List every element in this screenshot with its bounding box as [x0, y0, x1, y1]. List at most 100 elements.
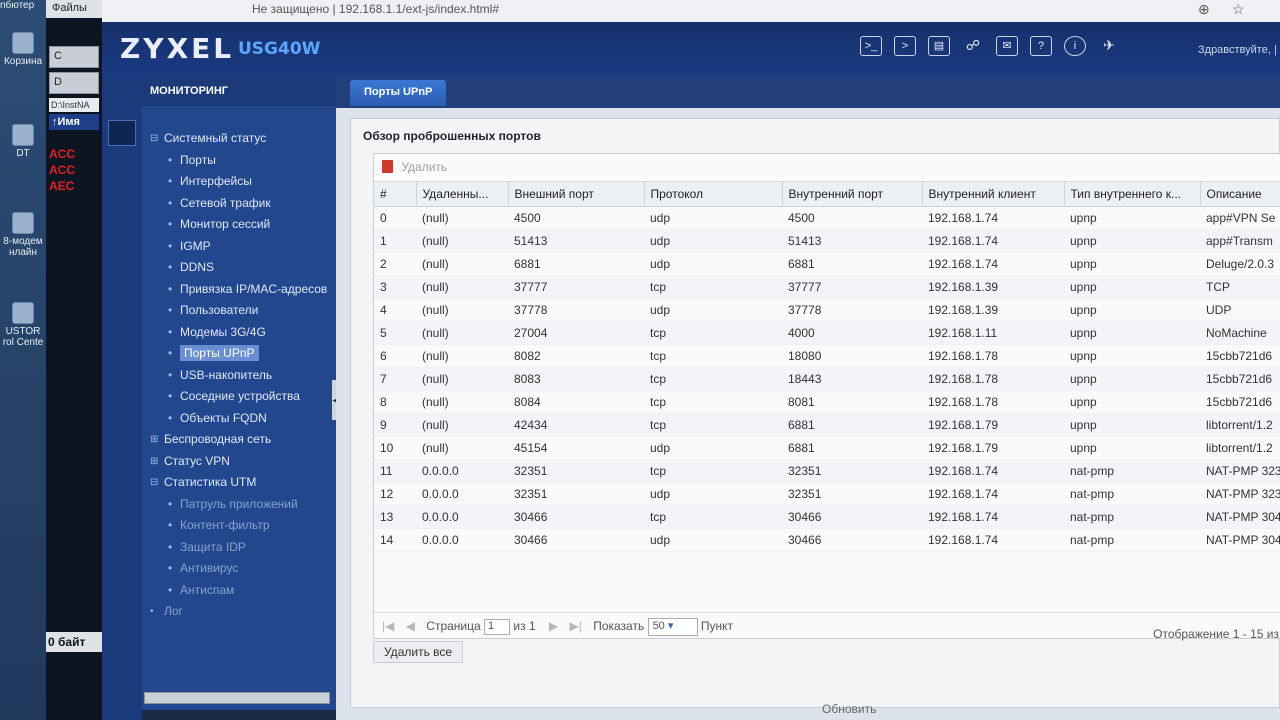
nav-item[interactable]: • Порты — [142, 150, 336, 172]
next-page-button[interactable]: ▶ — [549, 619, 558, 633]
table-row[interactable]: 1 (null) 51413 udp 51413 192.168.1.74 upnp app#… — [374, 229, 1280, 253]
nav-item[interactable]: • Порты UPnP — [142, 343, 336, 365]
nav-item[interactable]: ⊞ Беспроводная сеть — [142, 429, 336, 451]
table-body: 0 (null) 4500 udp 4500 192.168.1.74 upnp app#VP… — [374, 206, 1280, 552]
nav-item-label: Антиспам — [180, 582, 235, 597]
console-icon[interactable]: >_ — [860, 36, 882, 56]
table-row[interactable]: 8 (null) 8084 tcp 8081 192.168.1.78 upnp 15cbb7… — [374, 390, 1280, 414]
page-input[interactable]: 1 — [484, 619, 511, 635]
header-toolbar: >_ > ▤ ☍ ✉ ? i ✈ — [860, 36, 1120, 56]
nav-item[interactable]: ⊟ Статистика UTM — [142, 472, 336, 494]
table-cell: 18080 — [782, 344, 922, 368]
table-row[interactable]: 14 0.0.0.0 30466 udp 30466 192.168.1.74 nat-pm… — [374, 528, 1280, 552]
help-icon[interactable]: ? — [1030, 36, 1052, 56]
nav-item[interactable]: • Объекты FQDN — [142, 408, 336, 430]
per-page-select[interactable]: 50 ▾ — [647, 618, 698, 636]
desktop-trash[interactable]: Корзина — [0, 32, 46, 67]
bullet-icon: • — [168, 303, 173, 317]
nav-item-label: Объекты FQDN — [180, 410, 267, 425]
info-icon[interactable]: i — [1064, 36, 1086, 56]
nav-item[interactable]: • Привязка IP/MAC-адресов — [142, 279, 336, 301]
table-cell: 14 — [374, 528, 416, 552]
desktop-control-center[interactable]: USTOR rol Cente — [0, 302, 46, 348]
table-row[interactable]: 2 (null) 6881 udp 6881 192.168.1.74 upnp Deluge… — [374, 252, 1280, 276]
table-row[interactable]: 9 (null) 42434 tcp 6881 192.168.1.79 upnp libto… — [374, 413, 1280, 437]
delete-all-button[interactable]: Удалить все — [373, 641, 464, 663]
first-page-button[interactable]: |◀ — [382, 619, 394, 633]
table-cell: 42434 — [508, 413, 644, 437]
messages-icon[interactable]: ✉ — [996, 36, 1018, 56]
tab-upnp-ports[interactable]: Порты UPnP — [350, 80, 447, 106]
nav-item[interactable]: • Патруль приложений — [142, 494, 336, 516]
table-row[interactable]: 7 (null) 8083 tcp 18443 192.168.1.78 upnp 15cbb… — [374, 367, 1280, 391]
address-bar[interactable]: Не защищено | 192.168.1.1/ext-js/index.h… — [252, 2, 499, 16]
table-row[interactable]: 3 (null) 37777 tcp 37777 192.168.1.39 upnp TCP — [374, 275, 1280, 299]
network-icon[interactable]: ☍ — [962, 36, 984, 56]
column-header[interactable]: Тип внутреннего к... — [1064, 182, 1201, 207]
nav-item[interactable]: • Сетевой трафик — [142, 193, 336, 215]
nav-item[interactable]: • USB-накопитель — [142, 365, 336, 387]
table-row[interactable]: 6 (null) 8082 tcp 18080 192.168.1.78 upnp 15cbb… — [374, 344, 1280, 368]
monitor-icon[interactable] — [108, 120, 136, 146]
nav-item[interactable]: • Интерфейсы — [142, 171, 336, 193]
delete-button[interactable]: Удалить — [382, 160, 447, 174]
table-cell: 0.0.0.0 — [416, 482, 508, 506]
nav-item[interactable]: • Лог — [142, 601, 336, 623]
desktop-modem[interactable]: 8-модем нлайн — [0, 212, 46, 258]
column-header[interactable]: Внутренний порт — [782, 182, 923, 207]
column-header[interactable]: # — [374, 182, 417, 207]
column-header[interactable]: Внешний порт — [508, 182, 645, 207]
prev-page-button[interactable]: ◀ — [406, 619, 415, 633]
brand-logo: ZYXEL — [120, 32, 235, 65]
nav-item[interactable]: • DDNS — [142, 257, 336, 279]
table-row[interactable]: 5 (null) 27004 tcp 4000 192.168.1.11 upnp NoMac… — [374, 321, 1280, 345]
nav-item[interactable]: • Антиспам — [142, 580, 336, 602]
config-icon[interactable]: ▤ — [928, 36, 950, 56]
nav-item[interactable]: ⊟ Системный статус — [142, 128, 336, 150]
logout-icon[interactable]: ✈ — [1098, 36, 1120, 56]
nav-item[interactable]: • Антивирус — [142, 558, 336, 580]
nav-item[interactable]: • IGMP — [142, 236, 336, 258]
nav-item[interactable]: ⊞ Статус VPN — [142, 451, 336, 473]
table-cell: 30466 — [782, 528, 922, 552]
fm-drive-d[interactable]: D — [49, 72, 99, 94]
table-cell: 32351 — [782, 482, 922, 506]
nav-scrollbar[interactable] — [144, 692, 330, 704]
nav-item[interactable]: • Соседние устройства — [142, 386, 336, 408]
column-header[interactable]: Описание — [1200, 182, 1280, 207]
star-icon[interactable]: ☆ — [1232, 1, 1245, 18]
nav-item[interactable]: • Контент-фильтр — [142, 515, 336, 537]
fm-file-row[interactable]: ACC — [49, 146, 99, 162]
column-header[interactable]: Удаленны... — [416, 182, 509, 207]
fm-file-row[interactable]: ACC — [49, 162, 99, 178]
table-cell: libtorrent/1.2 — [1200, 436, 1280, 460]
fm-column-name[interactable]: ↑Имя — [49, 114, 99, 130]
bullet-icon: • — [168, 260, 173, 274]
fm-drive-c[interactable]: C — [49, 46, 99, 68]
table-row[interactable]: 0 (null) 4500 udp 4500 192.168.1.74 upnp app#VP… — [374, 206, 1280, 230]
fm-file-row[interactable]: AEC — [49, 178, 99, 194]
nav-item[interactable]: • Модемы 3G/4G — [142, 322, 336, 344]
cli-icon[interactable]: > — [894, 36, 916, 56]
nav-item[interactable]: • Пользователи — [142, 300, 336, 322]
last-page-button[interactable]: ▶| — [570, 619, 582, 633]
toggle-icon: ⊞ — [150, 434, 159, 445]
table-row[interactable]: 13 0.0.0.0 30466 tcp 30466 192.168.1.74 nat-pm… — [374, 505, 1280, 529]
desktop-dt[interactable]: DT — [0, 124, 46, 159]
zoom-icon[interactable]: ⊕ — [1198, 1, 1210, 18]
nav-item-label: Модемы 3G/4G — [180, 324, 266, 339]
table-row[interactable]: 4 (null) 37778 udp 37778 192.168.1.39 upnp UDP — [374, 298, 1280, 322]
table-row[interactable]: 10 (null) 45154 udp 6881 192.168.1.79 upnp libt… — [374, 436, 1280, 460]
table-cell: tcp — [644, 275, 782, 299]
table-row[interactable]: 11 0.0.0.0 32351 tcp 32351 192.168.1.74 nat-pm… — [374, 459, 1280, 483]
table-cell: udp — [644, 252, 782, 276]
column-header[interactable]: Внутренний клиент — [922, 182, 1065, 207]
table-row[interactable]: 12 0.0.0.0 32351 udp 32351 192.168.1.74 nat-pm… — [374, 482, 1280, 506]
fm-menu-files[interactable]: Файлы — [46, 0, 102, 18]
nav-item[interactable]: • Защита IDP — [142, 537, 336, 559]
nav-item[interactable]: • Монитор сессий — [142, 214, 336, 236]
table-cell: libtorrent/1.2 — [1200, 413, 1280, 437]
nav-item-label: Статистика UTM — [164, 475, 257, 489]
column-header[interactable]: Протокол — [644, 182, 783, 207]
refresh-button[interactable]: Обновить — [822, 702, 876, 716]
